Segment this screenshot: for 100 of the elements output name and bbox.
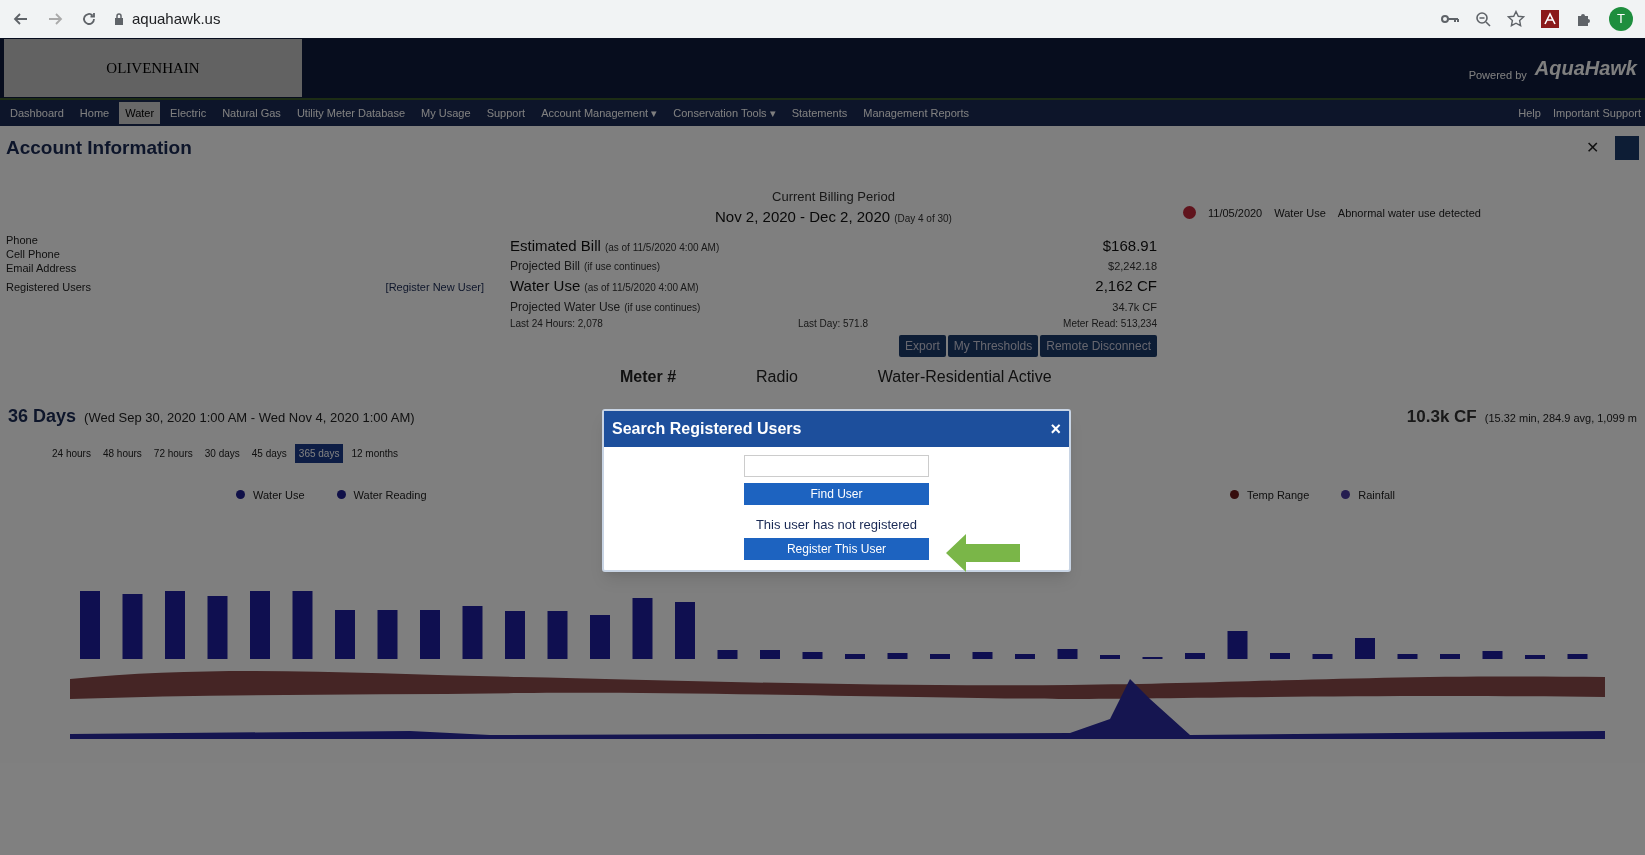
url-text: aquahawk.us [132,8,221,29]
usage-bar [1015,654,1035,659]
legend-label: Temp Range [1246,487,1310,503]
legend-label: Water Use [253,487,305,503]
usage-bar [1057,649,1078,659]
usage-bar [675,602,695,659]
register-new-user-link[interactable]: [Register New User] [385,278,484,295]
range-button[interactable]: 45 days [247,443,291,463]
usage-bar [717,650,738,659]
usage-bar [1270,653,1290,659]
billing-note: (if use continues) [624,300,701,315]
nav-tab[interactable]: Management Reports [857,101,976,125]
alert-message: Abnormal water use detected [1337,205,1481,221]
billing-value: 34.7k CF [1112,299,1157,315]
nav-tab[interactable]: Account Management ▾ [535,101,664,125]
billing-label: Projected Water Use [510,298,621,316]
nav-tab[interactable]: Support [480,101,532,125]
reload-icon[interactable] [80,10,98,28]
powered-by-text: Powered by [1468,67,1527,83]
user-search-field[interactable] [744,455,929,477]
range-button[interactable]: 12 months [347,443,403,463]
alert-date: 11/05/2020 [1208,205,1263,221]
usage-bar [462,606,483,659]
range-button[interactable]: 48 hours [98,443,146,463]
field-label: Cell Phone [6,246,61,261]
meter-service: Water-Residential Active [877,366,1052,387]
period-title: 36 Days [8,404,77,428]
search-tab[interactable] [1615,136,1639,161]
usage-bar [930,654,950,659]
usage-bar [335,610,355,659]
usage-bar [1525,655,1545,659]
range-button[interactable]: 30 days [200,443,244,463]
arrow-icon [946,534,1020,572]
nav-link[interactable]: Help [1518,104,1541,122]
period-total: 10.3k CF [1406,405,1477,428]
usage-bar [165,591,185,659]
billing-period-label: Current Billing Period [771,187,896,206]
usage-bar [207,596,228,659]
meter-type: Radio [756,366,798,387]
usage-bar [1312,654,1333,659]
usage-bar [1355,638,1375,659]
billing-label: Water Use [510,276,581,296]
brand-logo-text: AquaHawk [1534,56,1637,81]
range-button[interactable]: 24 hours [48,443,95,463]
usage-bar [547,611,568,659]
last-day-text: Last Day: 571.8 [797,316,868,331]
nav-tab[interactable]: Electric [164,101,213,125]
usage-bar [887,653,908,659]
period-range: (Wed Sep 30, 2020 1:00 AM - Wed Nov 4, 2020 1:00 AM) [84,408,415,427]
pdf-extension-icon[interactable] [1541,10,1559,28]
usage-bar [845,654,865,659]
zoom-out-icon[interactable] [1475,11,1491,27]
range-button[interactable]: 72 hours [149,443,197,463]
registered-users-label: Registered Users [6,279,91,295]
legend-label: Rainfall [1358,487,1395,503]
register-this-user-button[interactable]: Register This User [744,537,929,560]
usage-bar [505,611,525,659]
usage-bar [122,594,143,659]
dialog-title: Search Registered Users [612,419,802,439]
billing-note: (if use continues) [584,260,661,274]
billing-note: (as of 11/5/2020 4:00 AM) [604,240,720,255]
usage-bar [420,610,440,659]
close-button[interactable]: × [1050,420,1061,438]
action-button[interactable]: My Thresholds [947,334,1039,357]
key-icon[interactable] [1441,13,1459,25]
usage-bar [802,652,823,659]
usage-bar [972,652,993,659]
usage-bar [1397,654,1418,659]
nav-tab[interactable]: Conservation Tools ▾ [667,101,782,125]
billing-note: (as of 11/5/2020 4:00 AM) [584,281,699,295]
profile-avatar[interactable]: T [1609,7,1633,31]
usage-bar [250,591,270,659]
nav-tab[interactable]: Statements [785,101,854,125]
section-title: Account Information [6,136,192,160]
close-icon[interactable]: ✕ [1586,136,1599,161]
billing-label: Projected Bill [510,258,581,275]
nav-tab[interactable]: Water [119,101,161,125]
usage-bar [1227,631,1248,659]
nav-tab[interactable]: Home [73,101,116,125]
alert-icon [1183,206,1196,220]
usage-bar [1482,651,1503,659]
nav-tab[interactable]: Dashboard [4,101,70,125]
nav-tab[interactable]: My Usage [415,101,477,125]
billing-value: $2,242.18 [1108,259,1157,274]
usage-bar [632,598,653,659]
meter-read-text: Meter Read: 513,234 [1063,316,1157,331]
range-button[interactable]: 365 days [294,443,344,463]
action-button[interactable]: Export [899,334,946,357]
field-label: Email Address [6,260,78,275]
star-icon[interactable] [1507,10,1525,28]
nav-tab[interactable]: Natural Gas [216,101,287,125]
field-label: Phone [6,232,39,247]
usage-bar [1440,654,1460,659]
legend-label: Water Reading [353,487,427,503]
billing-value: $168.91 [1102,235,1157,256]
action-button[interactable]: Remote Disconnect [1040,334,1157,357]
find-user-button[interactable]: Find User [744,483,929,505]
nav-link[interactable]: Important Support [1552,104,1641,122]
nav-tab[interactable]: Utility Meter Database [290,101,412,125]
period-stats: (15.32 min, 284.9 avg, 1,099 m [1484,410,1637,426]
